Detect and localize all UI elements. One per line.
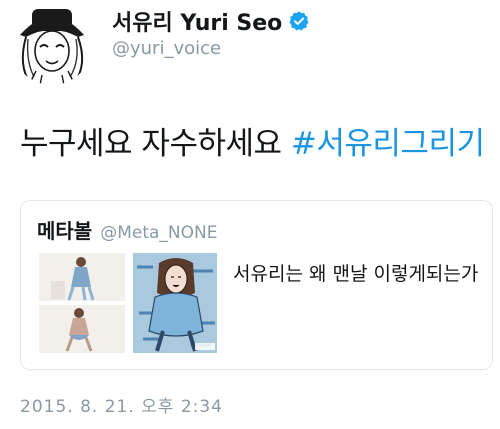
verified-badge-icon [288, 10, 310, 32]
quoted-tweet-text: 서유리는 왜 맨날 이렇게되는가 [233, 263, 479, 285]
quoted-media[interactable] [39, 253, 217, 353]
drawing-thumbnail[interactable] [133, 253, 217, 353]
photo-thumbnail[interactable] [39, 305, 125, 353]
quoted-tweet-header: 메타볼 @Meta_NONE [37, 215, 217, 244]
quoted-tweet[interactable]: 메타볼 @Meta_NONE 서유리는 왜 맨날 이렇게되는가 [20, 200, 493, 370]
tweet-body: 누구세요 자수하세요 [20, 126, 291, 162]
author-handle[interactable]: @yuri_voice [112, 38, 221, 59]
avatar[interactable] [12, 5, 92, 85]
quoted-author-handle[interactable]: @Meta_NONE [100, 223, 217, 243]
quoted-author-name[interactable]: 메타볼 [37, 215, 92, 244]
photo-thumbnail[interactable] [39, 253, 125, 301]
tweet-text: 누구세요 자수하세요 #서유리그리기 [20, 118, 485, 163]
caricature-avatar-icon [13, 6, 91, 85]
tweet-timestamp[interactable]: 2015. 8. 21. 오후 2:34 [20, 392, 223, 417]
hashtag-link[interactable]: #서유리그리기 [291, 126, 485, 162]
author-display-name[interactable]: 서유리 Yuri Seo [112, 5, 282, 37]
photo-thumbnails [39, 253, 125, 353]
author-name-row: 서유리 Yuri Seo [112, 6, 310, 36]
